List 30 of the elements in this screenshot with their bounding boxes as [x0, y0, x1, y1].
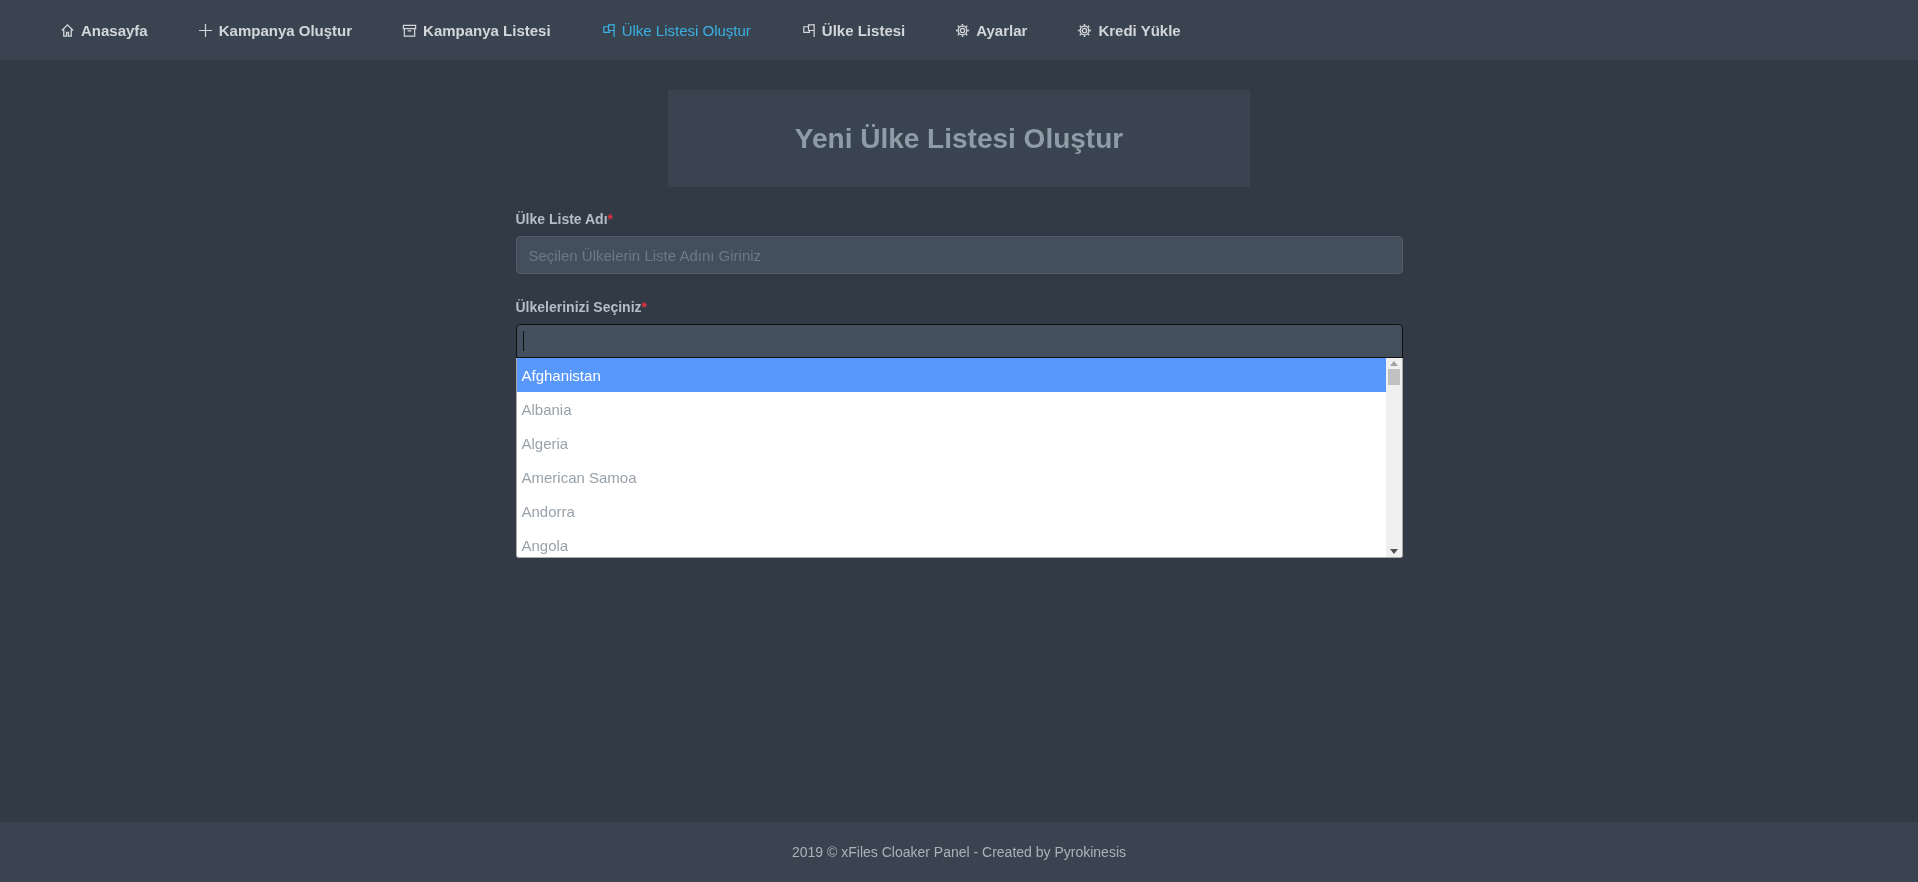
dropdown-option[interactable]: Albania: [516, 392, 1386, 426]
dropdown-option[interactable]: American Samoa: [516, 460, 1386, 494]
dropdown-option[interactable]: Andorra: [516, 494, 1386, 528]
search-field[interactable]: [515, 324, 1403, 358]
scroll-thumb[interactable]: [1387, 369, 1400, 385]
scroll-up-icon[interactable]: [1389, 361, 1398, 366]
text-cursor: [522, 331, 524, 351]
nav-link[interactable]: Ayarlar: [955, 21, 1028, 39]
flag-icon: [600, 22, 616, 38]
nav-link[interactable]: Ülke Listesi Oluştur: [600, 21, 751, 39]
gear-icon: [955, 22, 971, 38]
dropdown-option[interactable]: Angola: [516, 528, 1386, 557]
nav-link[interactable]: Kampanya Oluştur: [197, 21, 353, 39]
archive-box-icon: [402, 22, 418, 38]
nav-link[interactable]: Kredi Yükle: [1077, 21, 1181, 39]
dropdown-option[interactable]: Afghanistan: [516, 358, 1386, 392]
dropdown-option[interactable]: Algeria: [516, 426, 1386, 460]
home-icon: [60, 22, 75, 38]
gear-icon: [1077, 22, 1093, 38]
nav-link[interactable]: Kampanya Listesi: [402, 21, 551, 39]
footer-text: 2019 © xFiles Cloaker Panel - Created by Pyrokinesis: [792, 844, 1126, 860]
field-label: Ülkelerinizi Seçiniz*: [515, 299, 648, 315]
field-label: Ülke Liste Adı*: [515, 211, 614, 227]
page-title: Yeni Ülke Listesi Oluştur: [794, 122, 1124, 155]
plus-icon: [197, 22, 213, 38]
nav-link[interactable]: Anasayfa: [60, 21, 148, 39]
nav-link[interactable]: Ülke Listesi: [800, 21, 906, 39]
scroll-down-icon[interactable]: [1389, 549, 1398, 554]
scrollbar[interactable]: [1385, 358, 1402, 557]
flag-icon: [800, 22, 816, 38]
